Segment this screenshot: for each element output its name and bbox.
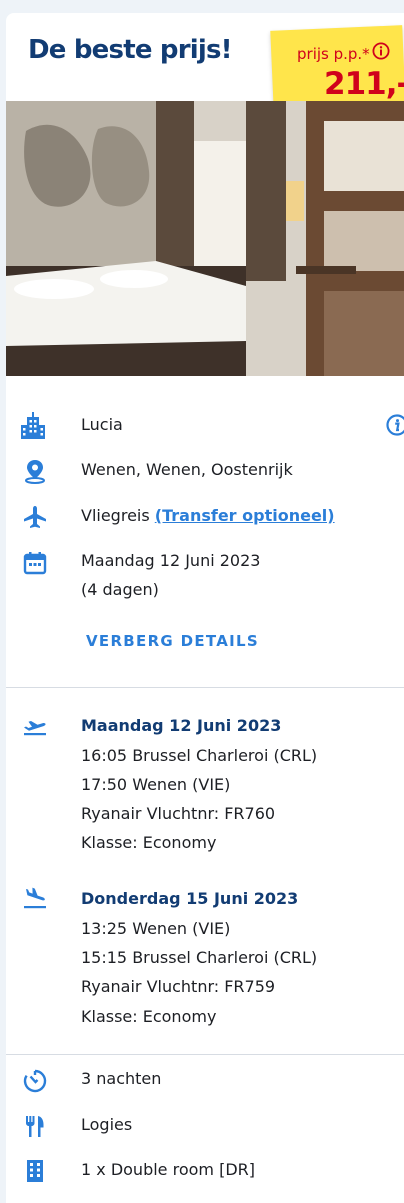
return-class: Klasse: Economy — [81, 1002, 216, 1031]
travel-date: Maandag 12 Juni 2023 — [81, 546, 260, 575]
room-building-icon — [20, 1156, 50, 1186]
return-arrival: 15:15 Brussel Charleroi (CRL) — [81, 943, 317, 972]
outbound-class: Klasse: Economy — [81, 828, 216, 857]
flight-departure-icon — [20, 710, 50, 740]
hotel-name: Lucia — [81, 410, 123, 439]
calendar-icon — [20, 548, 50, 578]
offer-title: De beste prijs! — [28, 35, 232, 65]
outbound-departure: 16:05 Brussel Charleroi (CRL) — [81, 741, 317, 770]
room-type: 1 x Double room [DR] — [81, 1155, 255, 1184]
travel-duration: (4 dagen) — [81, 575, 159, 604]
outbound-flight-number: Ryanair Vluchtnr: FR760 — [81, 799, 275, 828]
hotel-info-icon[interactable] — [382, 410, 404, 440]
hotel-room-photo — [6, 101, 404, 376]
price-info-icon[interactable] — [372, 42, 390, 60]
section-divider — [6, 1054, 404, 1055]
offer-card: De beste prijs! prijs p.p.* 211,- Lucia … — [6, 13, 404, 1203]
transfer-optional-link[interactable]: (Transfer optioneel) — [155, 506, 335, 525]
price-label: prijs p.p.* — [297, 45, 370, 63]
price-value: 211,- — [324, 66, 404, 102]
board-type: Logies — [81, 1110, 132, 1139]
return-flight-date: Donderdag 15 Juni 2023 — [81, 884, 298, 913]
location-pin-icon — [20, 456, 50, 486]
timer-icon — [20, 1066, 50, 1096]
airplane-icon — [20, 502, 50, 532]
return-flight-number: Ryanair Vluchtnr: FR759 — [81, 972, 275, 1001]
section-divider — [6, 687, 404, 688]
outbound-flight-date: Maandag 12 Juni 2023 — [81, 711, 281, 740]
hotel-building-icon — [18, 411, 48, 441]
outbound-arrival: 17:50 Wenen (VIE) — [81, 770, 230, 799]
travel-type-line: Vliegreis (Transfer optioneel) — [81, 501, 335, 530]
return-departure: 13:25 Wenen (VIE) — [81, 914, 230, 943]
flight-arrival-icon — [20, 883, 50, 913]
hide-details-button[interactable]: VERBERG DETAILS — [86, 632, 259, 650]
hotel-location: Wenen, Wenen, Oostenrijk — [81, 455, 293, 484]
travel-type: Vliegreis — [81, 506, 150, 525]
cutlery-icon — [20, 1111, 50, 1141]
nights-count: 3 nachten — [81, 1064, 161, 1093]
